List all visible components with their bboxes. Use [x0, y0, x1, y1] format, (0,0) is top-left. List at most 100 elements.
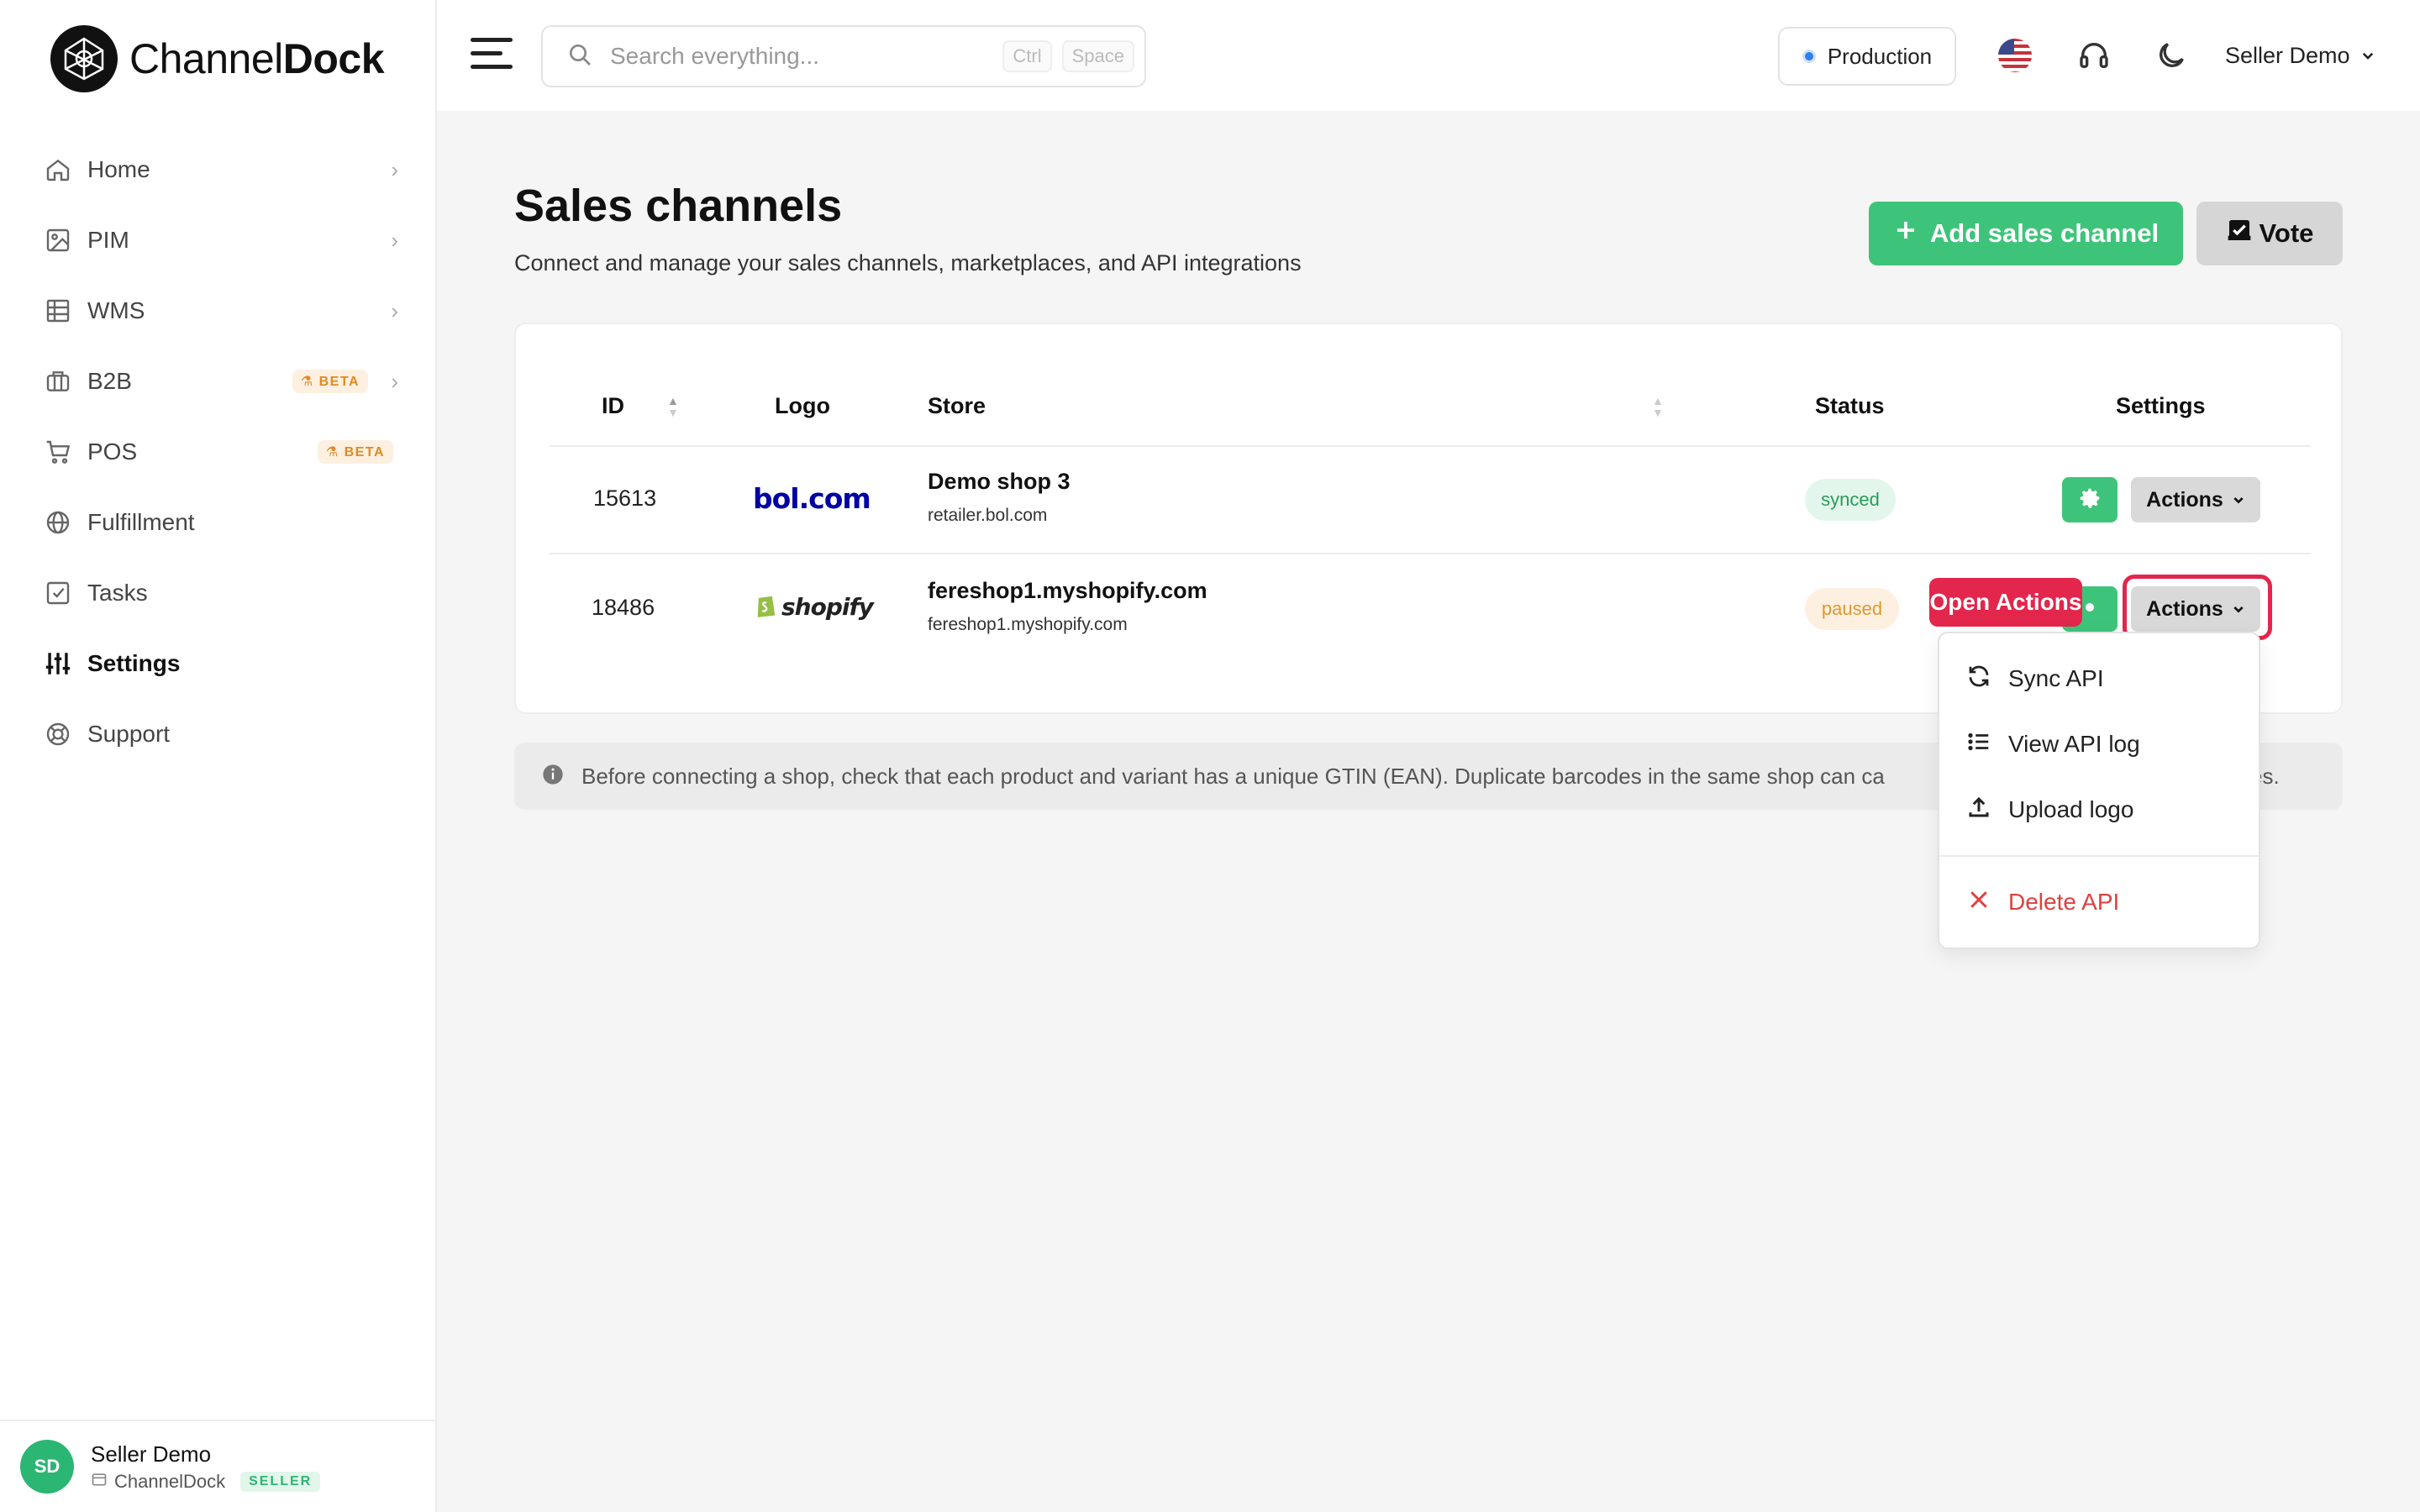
sidebar-item-label: Settings — [87, 650, 181, 676]
column-header-settings: Settings — [2116, 393, 2206, 418]
chevron-down-icon — [2360, 43, 2375, 69]
sidebar-item-label: POS — [87, 438, 138, 465]
actions-highlight-box — [2123, 575, 2272, 640]
gear-icon — [2077, 486, 2102, 515]
chevron-down-icon — [2232, 488, 2245, 512]
role-badge: SELLER — [240, 1471, 321, 1492]
add-sales-channel-button[interactable]: Add sales channel — [1869, 202, 2183, 265]
chevron-right-icon: › — [391, 368, 398, 394]
refresh-icon — [1966, 664, 1991, 695]
sidebar-item-support[interactable]: Support — [0, 699, 437, 769]
environment-status-dot — [1802, 50, 1816, 63]
sidebar-item-label: Home — [87, 156, 150, 182]
sidebar-item-tasks[interactable]: Tasks — [0, 558, 437, 628]
globe-icon — [44, 508, 72, 537]
divider — [550, 445, 2311, 447]
shopify-wordmark: shopify — [781, 593, 874, 621]
menu-item-delete-api[interactable]: Delete API — [1966, 882, 2119, 922]
sidebar-nav: Home › PIM › WMS › B2B ⚗ BETA › POS ⚗ BE… — [0, 134, 437, 769]
vote-button[interactable]: Vote — [2196, 202, 2343, 265]
kbd-ctrl: Ctrl — [1002, 40, 1052, 72]
store-url: retailer.bol.com — [928, 506, 1048, 525]
search-input[interactable]: Search everything... Ctrl Space — [541, 25, 1146, 87]
store-icon — [91, 1471, 108, 1493]
menu-item-label: Upload logo — [2008, 796, 2134, 822]
chevron-right-icon: › — [391, 297, 398, 323]
sidebar-item-label: Tasks — [87, 580, 148, 606]
menu-item-view-api-log[interactable]: View API log — [1966, 724, 2140, 764]
chevron-right-icon: › — [391, 227, 398, 253]
menu-item-sync-api[interactable]: Sync API — [1966, 659, 2104, 699]
moon-icon[interactable] — [2153, 37, 2190, 74]
store-name: fereshop1.myshopify.com — [928, 578, 1207, 603]
menu-item-label: Sync API — [2008, 665, 2104, 691]
menu-toggle-icon[interactable] — [471, 38, 513, 71]
checkbox-icon — [44, 579, 72, 607]
user-name: Seller Demo — [91, 1441, 212, 1467]
briefcase-icon — [44, 367, 72, 396]
sidebar-item-home[interactable]: Home › — [0, 134, 437, 205]
sort-icon[interactable]: ▲ ▼ — [1652, 395, 1664, 418]
image-icon — [44, 226, 72, 255]
sidebar-item-label: B2B — [87, 368, 132, 394]
menu-item-label: Delete API — [2008, 889, 2120, 915]
user-menu-label: Seller Demo — [2225, 42, 2350, 68]
avatar: SD — [20, 1440, 74, 1494]
info-text: Before connecting a shop, check that eac… — [581, 763, 1885, 789]
sidebar-item-b2b[interactable]: B2B ⚗ BETA › — [0, 346, 437, 417]
sidebar-item-wms[interactable]: WMS › — [0, 276, 437, 346]
shopify-bag-icon — [755, 591, 778, 622]
page-title: Sales channels — [514, 181, 843, 231]
company-name: ChannelDock — [114, 1470, 226, 1492]
plus-icon — [1893, 218, 1918, 249]
row-id: 18486 — [592, 595, 655, 620]
store-name: Demo shop 3 — [928, 469, 1071, 494]
upload-icon — [1966, 795, 1991, 826]
sidebar-item-fulfillment[interactable]: Fulfillment — [0, 487, 437, 558]
actions-label: Actions — [2146, 487, 2223, 512]
sidebar-item-settings[interactable]: Settings — [0, 628, 437, 699]
channeldock-logo-icon — [50, 25, 118, 92]
lifebuoy-icon — [44, 720, 72, 748]
vote-icon — [2226, 217, 2253, 250]
cart-icon — [44, 438, 72, 466]
us-flag-icon[interactable] — [1996, 37, 2033, 74]
search-placeholder: Search everything... — [610, 43, 820, 69]
sidebar-item-label: PIM — [87, 227, 129, 253]
row-id: 15613 — [593, 486, 657, 511]
sort-icon[interactable]: ▲ ▼ — [667, 395, 679, 418]
user-menu[interactable]: Seller Demo — [2225, 37, 2375, 74]
column-header-id[interactable]: ID — [602, 393, 624, 419]
sliders-icon — [44, 649, 72, 678]
list-icon — [1966, 729, 1991, 760]
brand-logo[interactable]: ChannelDock — [50, 24, 385, 94]
actions-dropdown-menu: Sync API View API log Upload logo Delete… — [1938, 632, 2260, 949]
sidebar-item-pim[interactable]: PIM › — [0, 205, 437, 276]
beta-badge: ⚗ BETA — [317, 440, 393, 464]
search-icon — [566, 41, 593, 72]
settings-gear-button[interactable] — [2062, 477, 2118, 522]
column-header-logo: Logo — [775, 393, 830, 418]
menu-item-upload-logo[interactable]: Upload logo — [1966, 790, 2133, 830]
column-header-status: Status — [1815, 393, 1885, 418]
open-actions-tag: Open Actions — [1929, 578, 2082, 627]
menu-divider — [1939, 855, 2259, 857]
vote-label: Vote — [2259, 218, 2314, 248]
sidebar-item-label: Support — [87, 721, 171, 747]
actions-button[interactable]: Actions — [2131, 477, 2260, 522]
status-badge: paused — [1805, 588, 1899, 630]
beta-badge: ⚗ BETA — [292, 370, 368, 393]
table-icon — [44, 297, 72, 325]
bol-logo: bol.com — [753, 482, 871, 515]
menu-item-label: View API log — [2008, 731, 2140, 757]
column-header-store[interactable]: Store — [928, 393, 986, 419]
headset-icon[interactable] — [2075, 37, 2112, 74]
store-url: fereshop1.myshopify.com — [928, 615, 1128, 634]
page-subtitle: Connect and manage your sales channels, … — [514, 250, 1302, 276]
sidebar-user-card[interactable]: SD Seller Demo ChannelDock SELLER — [0, 1420, 437, 1512]
environment-label: Production — [1827, 43, 1933, 69]
divider — [550, 553, 2311, 554]
sidebar-item-pos[interactable]: POS ⚗ BETA — [0, 417, 437, 487]
environment-switch[interactable]: Production — [1778, 27, 1956, 86]
info-icon — [541, 763, 565, 790]
